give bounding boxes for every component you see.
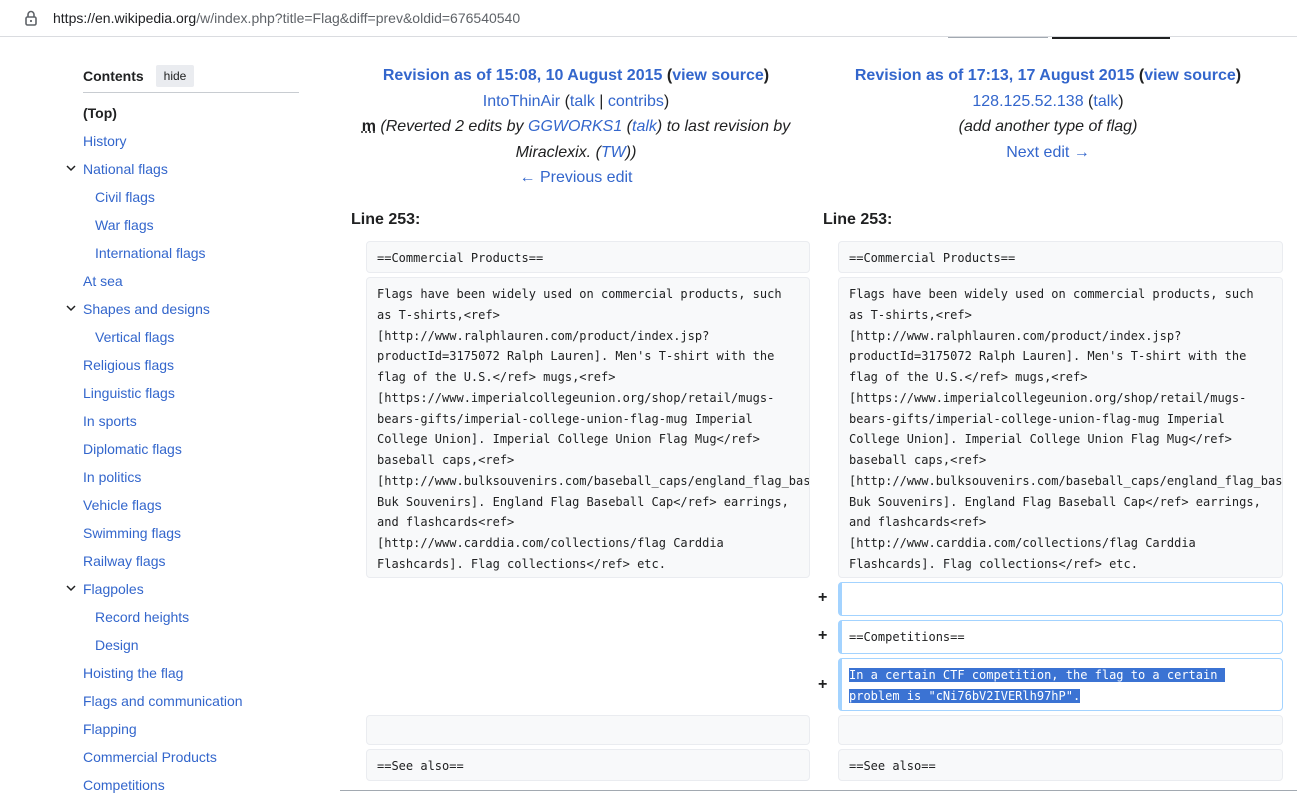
old-summary-end: )) xyxy=(625,143,637,161)
summary-talk-link[interactable]: talk xyxy=(632,118,657,135)
new-view-source-link[interactable]: view source xyxy=(1144,67,1236,84)
minor-edit-marker: m xyxy=(361,118,376,135)
new-revision-header: Revision as of 17:13, 17 August 2015 (vi… xyxy=(854,67,1242,161)
new-context-paragraph: Flags have been widely used on commercia… xyxy=(838,277,1283,578)
toc-item[interactable]: Flagpoles xyxy=(83,581,144,597)
chevron-down-icon[interactable] xyxy=(66,303,76,313)
toc-item[interactable]: Swimming flags xyxy=(83,525,181,541)
old-summary-pre: (Reverted 2 edits by xyxy=(380,118,528,135)
new-context-see-also: ==See also== xyxy=(838,749,1283,781)
content-divider xyxy=(340,790,1297,791)
new-edit-summary: (add another type of flag) xyxy=(958,118,1138,135)
old-context-heading: ==Commercial Products== xyxy=(366,241,810,273)
previous-edit-link[interactable]: ← Previous edit xyxy=(520,169,633,186)
toc-item[interactable]: Shapes and designs xyxy=(83,301,210,317)
old-line-number: Line 253: xyxy=(351,211,421,228)
toc-item[interactable]: Competitions xyxy=(83,777,165,793)
added-line-marker: + xyxy=(818,676,828,693)
old-revision-header: Revision as of 15:08, 10 August 2015 (vi… xyxy=(361,67,791,186)
toc-item[interactable]: Commercial Products xyxy=(83,749,217,765)
old-user-talk-link[interactable]: talk xyxy=(570,93,595,110)
toc-item[interactable]: History xyxy=(83,133,127,149)
summary-user-link[interactable]: GGWORKS1 xyxy=(528,118,622,135)
toc-item[interactable]: Flags and communication xyxy=(83,693,243,709)
old-context-see-also: ==See also== xyxy=(366,749,810,781)
toc-item[interactable]: Vehicle flags xyxy=(83,497,162,513)
chevron-down-icon[interactable] xyxy=(66,163,76,173)
added-line-marker: + xyxy=(818,589,828,606)
summary-tw-link[interactable]: TW xyxy=(601,144,626,161)
old-user-contribs-link[interactable]: contribs xyxy=(608,93,664,110)
old-context-paragraph: Flags have been widely used on commercia… xyxy=(366,277,810,578)
toc-item[interactable]: Railway flags xyxy=(83,553,165,569)
old-view-source-link[interactable]: view source xyxy=(672,67,764,84)
toc-divider xyxy=(83,92,299,93)
toc-hide-button[interactable]: hide xyxy=(156,65,194,87)
url-host: https://en.wikipedia.org xyxy=(53,10,197,26)
toc-item[interactable]: At sea xyxy=(83,273,123,289)
old-revision-link[interactable]: Revision as of 15:08, 10 August 2015 xyxy=(383,67,663,84)
toc-item[interactable]: Record heights xyxy=(95,609,189,625)
toc-item[interactable]: Flapping xyxy=(83,721,137,737)
toc-item[interactable]: (Top) xyxy=(83,105,117,121)
new-line-number: Line 253: xyxy=(823,211,893,228)
selected-flag-text[interactable]: In a certain CTF competition, the flag t… xyxy=(849,668,1225,703)
toc-title: Contents xyxy=(83,68,144,84)
new-context-blank xyxy=(838,715,1283,745)
old-context-blank xyxy=(366,715,810,745)
toc-item[interactable]: War flags xyxy=(95,217,154,233)
toc-item[interactable]: Religious flags xyxy=(83,357,174,373)
toc-item[interactable]: National flags xyxy=(83,161,168,177)
added-competitions-heading: ==Competitions== xyxy=(838,620,1283,654)
toc-item[interactable]: Design xyxy=(95,637,139,653)
added-blank-line xyxy=(838,582,1283,616)
toc-item[interactable]: Linguistic flags xyxy=(83,385,175,401)
added-line-marker: + xyxy=(818,627,828,644)
url-path: /w/index.php?title=Flag&diff=prev&oldid=… xyxy=(196,10,521,26)
new-context-heading: ==Commercial Products== xyxy=(838,241,1283,273)
url-text[interactable]: https://en.wikipedia.org/w/index.php?tit… xyxy=(53,10,520,26)
toc-item[interactable]: In politics xyxy=(83,469,141,485)
new-revision-link[interactable]: Revision as of 17:13, 17 August 2015 xyxy=(855,67,1135,84)
next-edit-link[interactable]: Next edit → xyxy=(1006,144,1090,161)
browser-address-bar[interactable]: https://en.wikipedia.org/w/index.php?tit… xyxy=(0,0,1297,37)
toc-item[interactable]: In sports xyxy=(83,413,137,429)
added-flag-line: In a certain CTF competition, the flag t… xyxy=(838,658,1283,711)
toc-item[interactable]: International flags xyxy=(95,245,206,261)
lock-icon[interactable] xyxy=(22,9,40,27)
toc-item[interactable]: Civil flags xyxy=(95,189,155,205)
toc-item[interactable]: Diplomatic flags xyxy=(83,441,182,457)
new-user-talk-link[interactable]: talk xyxy=(1093,93,1118,110)
toc-item[interactable]: Hoisting the flag xyxy=(83,665,183,681)
old-user-link[interactable]: IntoThinAir xyxy=(483,93,560,110)
toc-item[interactable]: Vertical flags xyxy=(95,329,174,345)
active-tab-underline xyxy=(1052,37,1170,39)
new-user-link[interactable]: 128.125.52.138 xyxy=(972,93,1083,110)
tab-underline xyxy=(948,37,1048,38)
chevron-down-icon[interactable] xyxy=(66,583,76,593)
